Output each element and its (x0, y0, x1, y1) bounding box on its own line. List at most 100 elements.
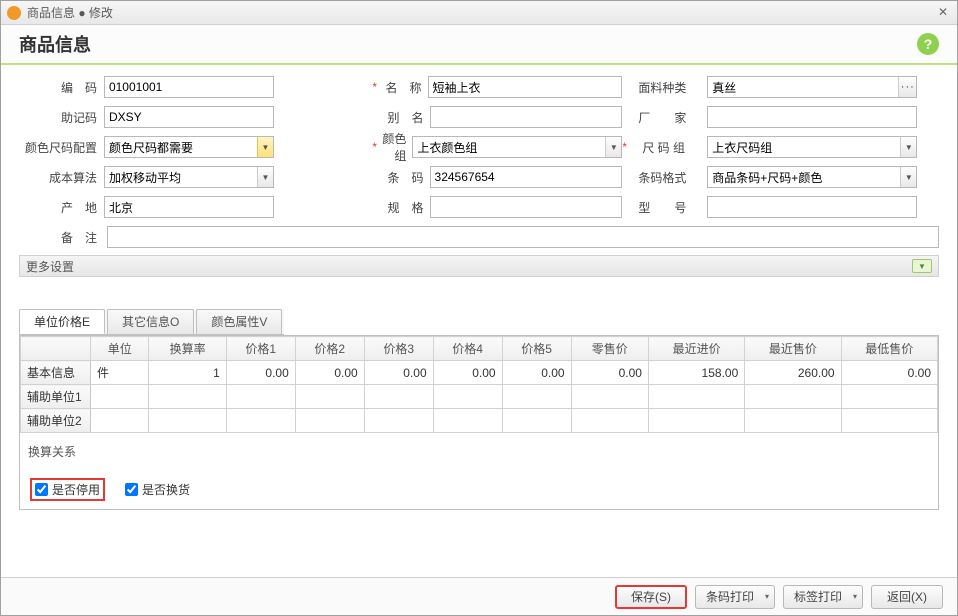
col-header: 价格2 (295, 337, 364, 361)
colorgroup-select[interactable] (412, 136, 622, 158)
cell[interactable]: 0.00 (433, 361, 502, 385)
origin-input[interactable] (104, 196, 274, 218)
col-header: 零售价 (571, 337, 648, 361)
fabric-lookup-icon[interactable]: ··· (898, 77, 916, 97)
cell[interactable] (502, 409, 571, 433)
cell[interactable] (648, 385, 744, 409)
cell[interactable]: 158.00 (648, 361, 744, 385)
chevron-down-icon[interactable]: ▼ (257, 167, 273, 187)
cell[interactable]: 0.00 (295, 361, 364, 385)
cell: 辅助单位2 (21, 409, 91, 433)
back-button[interactable]: 返回(X) (871, 585, 943, 609)
cell[interactable] (295, 409, 364, 433)
cell: 辅助单位1 (21, 385, 91, 409)
cell[interactable]: 260.00 (745, 361, 841, 385)
cell[interactable] (745, 385, 841, 409)
page-title: 商品信息 (19, 31, 917, 57)
price-grid: 单位换算率价格1价格2价格3价格4价格5零售价最近进价最近售价最低售价 基本信息… (20, 336, 938, 433)
tab-other-info[interactable]: 其它信息O (107, 309, 194, 334)
cell[interactable] (149, 385, 226, 409)
cell[interactable] (571, 385, 648, 409)
lbl-colorgroup: 颜色组 (379, 130, 412, 164)
col-header (21, 337, 91, 361)
more-settings-label: 更多设置 (26, 258, 912, 275)
help-icon[interactable]: ? (917, 33, 939, 55)
lbl-alias: 别 名 (381, 109, 429, 126)
tab-content: 单位换算率价格1价格2价格3价格4价格5零售价最近进价最近售价最低售价 基本信息… (19, 335, 939, 510)
stop-checkbox-wrap[interactable]: 是否停用 (30, 478, 105, 501)
more-settings-bar[interactable]: 更多设置 ▼ (19, 255, 939, 277)
exchange-checkbox[interactable] (125, 483, 138, 496)
remark-input[interactable] (107, 226, 939, 248)
cell[interactable]: 0.00 (571, 361, 648, 385)
cell[interactable] (841, 409, 937, 433)
lbl-mnemonic: 助记码 (19, 109, 103, 126)
name-input[interactable] (428, 76, 623, 98)
cell: 基本信息 (21, 361, 91, 385)
cell[interactable] (571, 409, 648, 433)
cell[interactable] (364, 409, 433, 433)
cell[interactable] (226, 409, 295, 433)
cell[interactable] (91, 409, 149, 433)
lbl-sizegroup: 尺 码 组 (629, 139, 691, 156)
lbl-origin: 产 地 (19, 199, 103, 216)
lbl-remark: 备 注 (19, 229, 103, 246)
tab-unit-price[interactable]: 单位价格E (19, 309, 105, 334)
cell[interactable]: 0.00 (364, 361, 433, 385)
cell[interactable] (364, 385, 433, 409)
alias-input[interactable] (430, 106, 623, 128)
col-header: 最低售价 (841, 337, 937, 361)
barcodefmt-select[interactable] (707, 166, 917, 188)
factory-input[interactable] (707, 106, 917, 128)
stop-checkbox[interactable] (35, 483, 48, 496)
cell[interactable] (433, 385, 502, 409)
lbl-fabric: 面料种类 (622, 79, 692, 96)
sizegroup-select[interactable] (707, 136, 917, 158)
cell[interactable]: 1 (149, 361, 226, 385)
table-row[interactable]: 辅助单位1 (21, 385, 938, 409)
label-print-button[interactable]: 标签打印 (783, 585, 863, 609)
form-area: 编 码 *名 称 面料种类 ··· 助记码 别 名 厂 家 颜色尺码配置 ▼ *… (1, 65, 957, 277)
tabs: 单位价格E 其它信息O 颜色属性V (19, 309, 284, 335)
header: 商品信息 ? (1, 25, 957, 65)
chevron-down-icon[interactable]: ▼ (900, 137, 916, 157)
table-row[interactable]: 辅助单位2 (21, 409, 938, 433)
cell[interactable]: 0.00 (841, 361, 937, 385)
barcode-print-button[interactable]: 条码打印 (695, 585, 775, 609)
fabric-input[interactable] (707, 76, 917, 98)
cell[interactable] (91, 385, 149, 409)
cell[interactable] (149, 409, 226, 433)
cell[interactable]: 件 (91, 361, 149, 385)
spec-input[interactable] (430, 196, 623, 218)
expand-down-icon[interactable]: ▼ (912, 259, 932, 273)
colorsize-select[interactable] (104, 136, 274, 158)
lbl-barcodefmt: 条码格式 (622, 169, 692, 186)
code-input[interactable] (104, 76, 274, 98)
model-input[interactable] (707, 196, 917, 218)
cell[interactable] (841, 385, 937, 409)
lbl-cost: 成本算法 (19, 169, 103, 186)
titlebar: 商品信息 ● 修改 ✕ (1, 1, 957, 25)
cell[interactable] (502, 385, 571, 409)
save-button[interactable]: 保存(S) (615, 585, 687, 609)
mnemonic-input[interactable] (104, 106, 274, 128)
cell[interactable] (226, 385, 295, 409)
tab-color-attr[interactable]: 颜色属性V (196, 309, 282, 334)
chevron-down-icon[interactable]: ▼ (605, 137, 621, 157)
cell[interactable] (433, 409, 502, 433)
barcode-input[interactable] (430, 166, 623, 188)
cell[interactable] (295, 385, 364, 409)
chevron-down-icon[interactable]: ▼ (257, 137, 273, 157)
exchange-checkbox-wrap[interactable]: 是否换货 (125, 481, 190, 498)
cell[interactable] (745, 409, 841, 433)
cell[interactable]: 0.00 (502, 361, 571, 385)
col-header: 最近进价 (648, 337, 744, 361)
lbl-name: 名 称 (379, 79, 428, 96)
cost-select[interactable] (104, 166, 274, 188)
cell[interactable] (648, 409, 744, 433)
chevron-down-icon[interactable]: ▼ (900, 167, 916, 187)
lbl-model: 型 号 (622, 199, 692, 216)
table-row[interactable]: 基本信息件10.000.000.000.000.000.00158.00260.… (21, 361, 938, 385)
cell[interactable]: 0.00 (226, 361, 295, 385)
close-icon[interactable]: ✕ (935, 5, 951, 21)
